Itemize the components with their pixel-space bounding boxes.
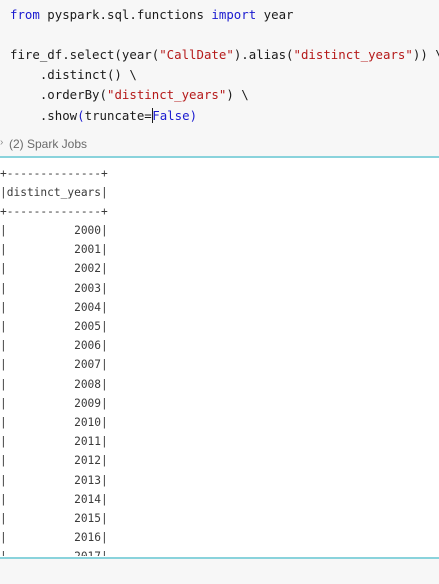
- code-text: .show: [10, 108, 78, 123]
- table-row: | 2010|: [0, 416, 108, 429]
- spark-jobs-label[interactable]: (2) Spark Jobs: [9, 137, 87, 151]
- table-row: | 2002|: [0, 262, 108, 276]
- next-cell-strip: [0, 559, 439, 584]
- code-line-4[interactable]: .orderBy("distinct_years") \: [10, 85, 249, 105]
- table-row: | 2013|: [0, 473, 108, 487]
- table-row: | 2001|: [0, 243, 108, 257]
- table-row: | 2005|: [0, 320, 108, 333]
- string-literal: "distinct_years": [293, 47, 413, 62]
- table-row: | 2006|: [0, 339, 108, 353]
- code-text: ) \: [226, 87, 249, 102]
- spark-jobs-bar[interactable]: › (2) Spark Jobs: [0, 132, 439, 156]
- paren-highlight: ): [189, 108, 198, 123]
- code-cell[interactable]: from pyspark.sql.functions import year f…: [0, 0, 439, 132]
- code-line-3[interactable]: .distinct() \: [10, 65, 137, 85]
- table-border: +--------------+: [0, 205, 108, 218]
- table-row: | 2004|: [0, 300, 108, 314]
- string-literal: "CallDate": [159, 47, 234, 62]
- table-row: | 2017|: [0, 547, 108, 556]
- code-line-2[interactable]: fire_df.select(year("CallDate").alias("d…: [10, 45, 439, 65]
- table-row: | 2009|: [0, 396, 108, 410]
- keyword-false: False: [152, 108, 190, 123]
- code-line-1[interactable]: from pyspark.sql.functions import year: [10, 5, 294, 25]
- paren-highlight: (: [77, 108, 85, 123]
- table-row: | 2008|: [0, 377, 108, 391]
- code-text: =: [144, 108, 152, 123]
- table-row: | 2003|: [0, 281, 108, 295]
- table-row: | 2000|: [0, 224, 108, 237]
- string-literal: "distinct_years": [106, 87, 227, 102]
- table-border: +--------------+: [0, 167, 108, 180]
- code-text: truncate: [84, 108, 145, 123]
- code-line-5[interactable]: .show(truncate=False): [10, 106, 197, 126]
- code-text: fire_df.select(year(: [10, 47, 160, 62]
- table-row: | 2011|: [0, 435, 108, 449]
- code-text: .orderBy(: [10, 87, 107, 102]
- cell-divider: [0, 156, 439, 158]
- code-text: .distinct() \: [10, 67, 137, 82]
- keyword-import: import: [211, 7, 257, 22]
- table-header: |distinct_years|: [0, 186, 108, 199]
- output-area: +--------------+ |distinct_years| +-----…: [0, 160, 439, 556]
- table-row: | 2016|: [0, 531, 108, 545]
- table-row: | 2014|: [0, 492, 108, 506]
- code-text: ).alias(: [233, 47, 294, 62]
- chevron-right-icon[interactable]: ›: [0, 137, 3, 148]
- table-row: | 2015|: [0, 512, 108, 525]
- import-name: year: [256, 7, 294, 22]
- table-row: | 2012|: [0, 454, 108, 468]
- module-name: pyspark.sql.functions: [39, 7, 212, 22]
- table-row: | 2007|: [0, 358, 108, 372]
- code-text: )) \: [412, 47, 439, 62]
- keyword-from: from: [10, 7, 40, 22]
